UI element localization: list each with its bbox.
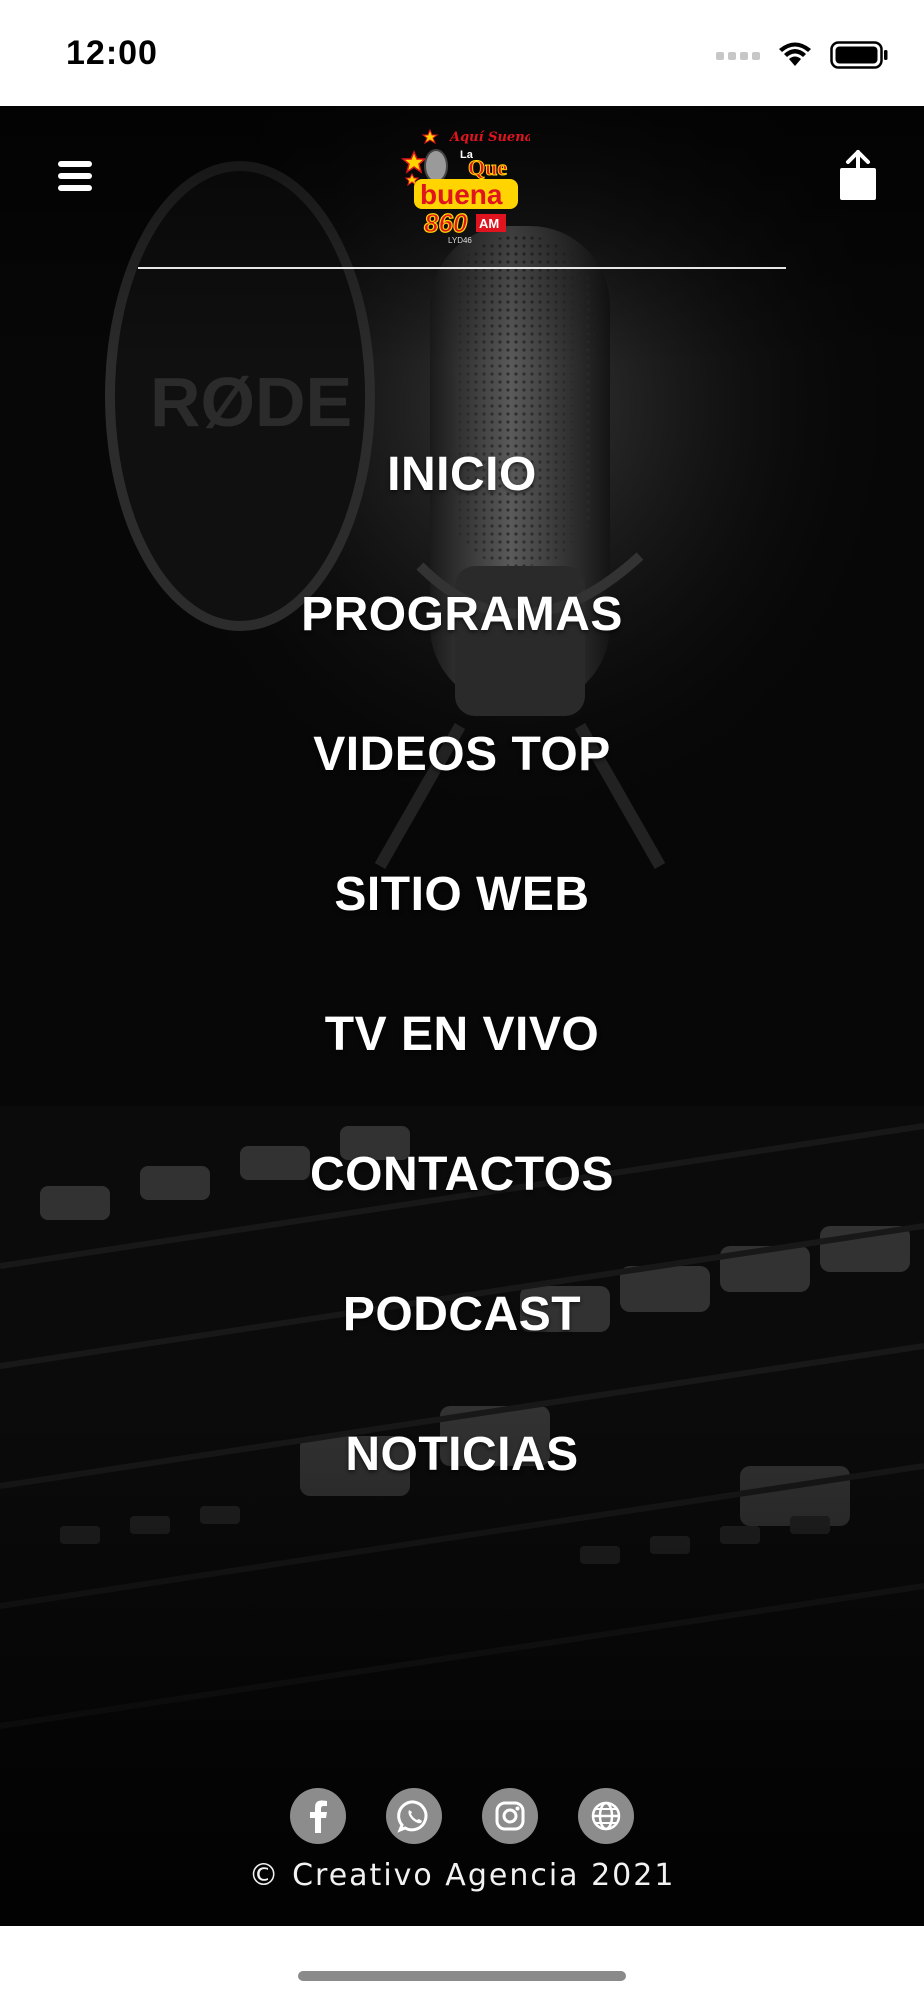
menu-item-podcast[interactable]: PODCAST (0, 1244, 924, 1384)
hamburger-menu-button[interactable] (52, 152, 102, 202)
logo-am: AM (479, 216, 499, 231)
menu-item-contactos[interactable]: CONTACTOS (0, 1104, 924, 1244)
logo-buena: buena (420, 179, 503, 210)
menu-item-videos-top[interactable]: VIDEOS TOP (0, 684, 924, 824)
instagram-icon (495, 1801, 525, 1831)
facebook-button[interactable] (290, 1788, 346, 1844)
main-menu: INICIO PROGRAMAS VIDEOS TOP SITIO WEB TV… (0, 404, 924, 1524)
app-screen: RØDE Aquí Suen La Que buena 860 AM LYD46… (0, 106, 924, 1926)
top-bar: Aquí Suena..!! La Que buena 860 AM LYD46 (0, 106, 924, 276)
whatsapp-icon (397, 1800, 428, 1833)
battery-icon (830, 41, 888, 69)
website-button[interactable] (578, 1788, 634, 1844)
status-time: 12:00 (66, 34, 158, 72)
cellular-signal-icon (716, 52, 760, 60)
social-links (0, 1788, 924, 1844)
logo-frequency: 860 (424, 208, 468, 238)
share-button[interactable] (836, 148, 880, 204)
station-logo: Aquí Suena..!! La Que buena 860 AM LYD46 (400, 128, 530, 245)
logo-que: Que (468, 155, 507, 180)
menu-item-tv-en-vivo[interactable]: TV EN VIVO (0, 964, 924, 1104)
globe-icon (591, 1801, 621, 1831)
menu-item-sitio-web[interactable]: SITIO WEB (0, 824, 924, 964)
logo-callsign: LYD46 (448, 236, 472, 245)
header-divider (138, 267, 786, 269)
share-icon (840, 150, 876, 200)
wifi-icon (779, 42, 811, 66)
instagram-button[interactable] (482, 1788, 538, 1844)
menu-item-noticias[interactable]: NOTICIAS (0, 1384, 924, 1524)
home-indicator-area (0, 1926, 924, 2000)
menu-item-inicio[interactable]: INICIO (0, 404, 924, 544)
status-icons (716, 38, 888, 72)
status-bar: 12:00 (0, 0, 924, 106)
logo-tagline: Aquí Suena..!! (448, 130, 530, 145)
hamburger-icon (58, 161, 92, 191)
facebook-icon (310, 1800, 327, 1833)
menu-item-programas[interactable]: PROGRAMAS (0, 544, 924, 684)
whatsapp-button[interactable] (386, 1788, 442, 1844)
home-indicator[interactable] (298, 1971, 626, 1981)
copyright-text: © Creativo Agencia 2021 (248, 1858, 676, 1893)
